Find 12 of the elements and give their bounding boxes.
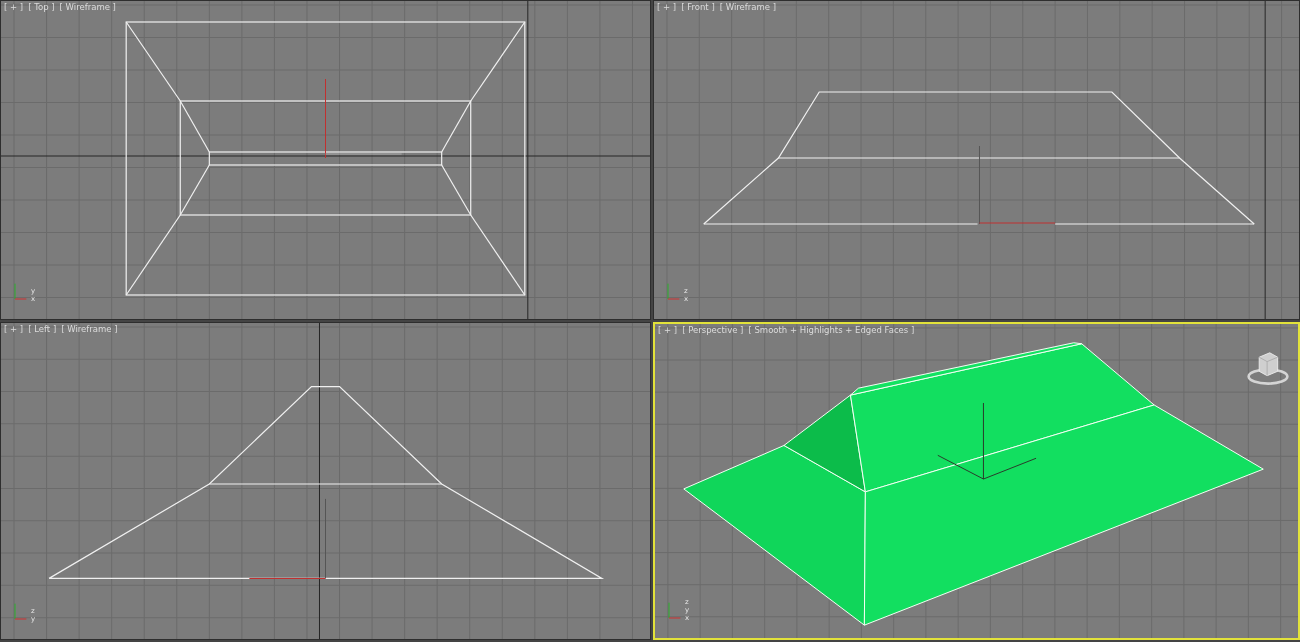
shading-mode-label[interactable]: [ Wireframe ] [719, 2, 777, 12]
view-name-label[interactable]: [ Left ] [28, 324, 57, 334]
shading-mode-label[interactable]: [ Wireframe ] [61, 324, 118, 334]
view-name-label[interactable]: [ Top ] [28, 2, 55, 12]
shading-mode-label[interactable]: [ Wireframe ] [59, 2, 116, 12]
shading-mode-label[interactable]: [ Smooth + Highlights + Edged Faces ] [748, 325, 915, 335]
viewport-menu-label[interactable]: [ + ] [4, 324, 24, 334]
view-name-label[interactable]: [ Front ] [681, 2, 715, 12]
view-name-label[interactable]: [ Perspective ] [682, 325, 744, 335]
viewport-menu-label[interactable]: [ + ] [658, 325, 678, 335]
viewport-menu-label[interactable]: [ + ] [4, 2, 24, 12]
viewport-menu-label[interactable]: [ + ] [657, 2, 677, 12]
